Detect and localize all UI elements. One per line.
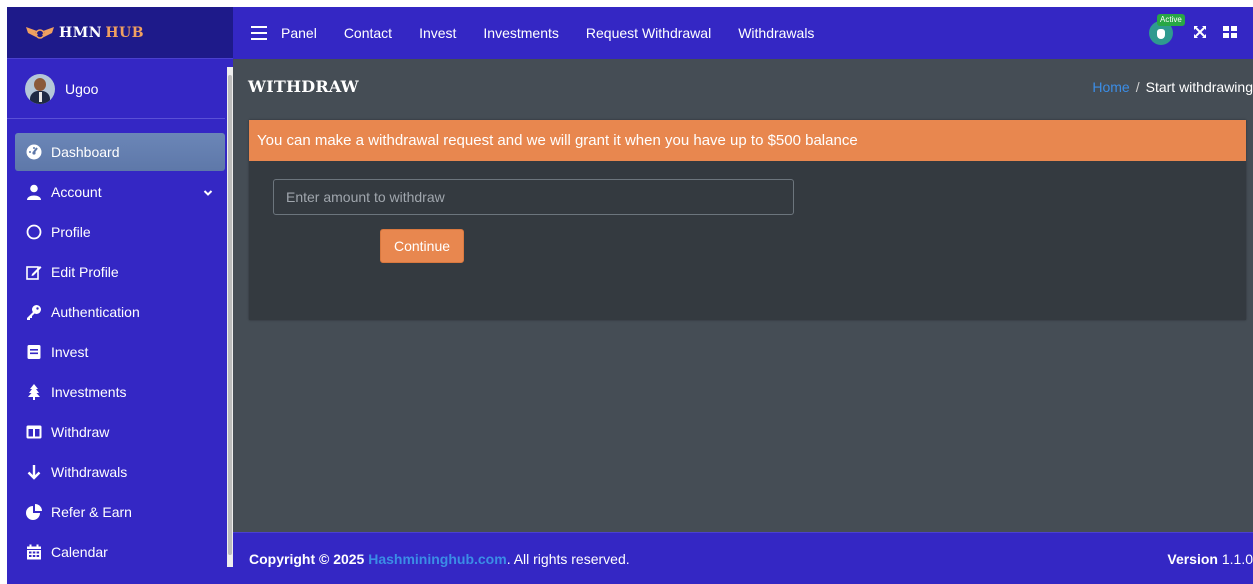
sidebar: HMN HUB Ugoo Dashboard Account Profile E… — [7, 7, 233, 584]
book-icon — [25, 343, 43, 361]
continue-button[interactable]: Continue — [380, 229, 464, 263]
footer-version: Version 1.1.0 — [1167, 551, 1253, 567]
fullscreen-icon[interactable] — [1193, 25, 1207, 42]
footer: Copyright © 2025 Hashmininghub.com. All … — [233, 532, 1253, 584]
amount-input[interactable] — [273, 179, 794, 215]
user-panel[interactable]: Ugoo — [7, 59, 225, 119]
edit-icon — [25, 263, 43, 281]
sidebar-item-label: Profile — [51, 224, 91, 240]
sidebar-item-label: Invest — [51, 344, 89, 360]
breadcrumb-separator: / — [1135, 79, 1140, 95]
page-title: WITHDRAW — [248, 77, 359, 96]
columns-icon — [25, 423, 43, 441]
tooth-icon — [1157, 29, 1165, 39]
sidebar-scrollbar[interactable] — [227, 67, 233, 567]
nav-link-invest[interactable]: Invest — [419, 25, 456, 41]
tree-icon — [25, 383, 43, 401]
sidebar-item-calendar[interactable]: Calendar — [15, 533, 225, 571]
sidebar-item-label: Withdrawals — [51, 464, 128, 480]
nav-link-investments[interactable]: Investments — [483, 25, 558, 41]
app-frame: HMN HUB Ugoo Dashboard Account Profile E… — [7, 7, 1253, 584]
chevron-down-icon — [203, 185, 213, 196]
sidebar-item-withdrawals[interactable]: Withdrawals — [15, 453, 225, 491]
grid-icon[interactable] — [1223, 25, 1237, 42]
sidebar-item-label: Refer & Earn — [51, 504, 132, 520]
sidebar-item-authentication[interactable]: Authentication — [15, 293, 225, 331]
breadcrumb: Home / Start withdrawing — [1092, 79, 1253, 95]
user-icon — [25, 183, 43, 201]
brand-name: HMN HUB — [59, 25, 144, 41]
nav-link-request-withdrawal[interactable]: Request Withdrawal — [586, 25, 711, 41]
breadcrumb-current: Start withdrawing — [1145, 79, 1253, 95]
pie-chart-icon — [25, 503, 43, 521]
sidebar-item-label: Authentication — [51, 304, 140, 320]
copyright-text: Copyright © 2025 — [249, 550, 369, 567]
avatar — [25, 73, 55, 104]
sidebar-item-label: Withdraw — [51, 424, 110, 440]
nav-link-contact[interactable]: Contact — [344, 25, 392, 41]
circle-icon — [25, 223, 43, 241]
sidebar-item-label: Calendar — [51, 544, 108, 560]
status-badge: Active — [1157, 14, 1185, 26]
menu-toggle-icon[interactable] — [251, 26, 267, 40]
sidebar-item-edit-profile[interactable]: Edit Profile — [15, 253, 225, 291]
sidebar-item-account[interactable]: Account — [15, 173, 225, 211]
wings-logo-icon — [25, 25, 55, 41]
content-header: WITHDRAW Home / Start withdrawing — [233, 59, 1253, 117]
arrow-down-icon — [25, 463, 43, 481]
brand-logo-link[interactable]: HMN HUB — [7, 7, 233, 59]
sidebar-item-dashboard[interactable]: Dashboard — [15, 133, 225, 171]
sidebar-item-refer-earn[interactable]: Refer & Earn — [15, 493, 225, 531]
sidebar-item-label: Investments — [51, 384, 127, 400]
sidebar-item-investments[interactable]: Investments — [15, 373, 225, 411]
footer-copyright: Copyright © 2025 Hashmininghub.com. All … — [249, 551, 630, 567]
calendar-icon — [25, 543, 43, 561]
version-number: 1.1.0 — [1221, 550, 1253, 567]
sidebar-item-profile[interactable]: Profile — [15, 213, 225, 251]
dashboard-icon — [25, 143, 43, 161]
breadcrumb-home-link[interactable]: Home — [1092, 79, 1129, 95]
alert-text: You can make a withdrawal request and we… — [257, 132, 858, 149]
sidebar-item-withdraw[interactable]: Withdraw — [15, 413, 225, 451]
sidebar-item-invest[interactable]: Invest — [15, 333, 225, 371]
sidebar-item-label: Dashboard — [51, 144, 120, 160]
sidebar-item-label: Edit Profile — [51, 264, 119, 280]
navbar-right: Active — [1149, 7, 1253, 59]
nav-link-panel[interactable]: Panel — [281, 25, 317, 41]
withdraw-info-alert: You can make a withdrawal request and we… — [249, 120, 1246, 161]
brand-name-part1: HMN — [59, 24, 103, 41]
sidebar-nav: Dashboard Account Profile Edit Profile A… — [7, 119, 233, 571]
top-navbar: Panel Contact Invest Investments Request… — [233, 7, 1253, 59]
withdraw-card: You can make a withdrawal request and we… — [249, 120, 1246, 320]
user-menu-avatar[interactable]: Active — [1149, 14, 1185, 45]
version-label: Version — [1167, 550, 1218, 567]
sidebar-item-label: Account — [51, 184, 102, 200]
sidebar-scrollbar-thumb[interactable] — [228, 75, 232, 555]
brand-name-part2: HUB — [105, 24, 145, 41]
footer-site-link[interactable]: Hashmininghub.com — [368, 551, 506, 567]
user-name: Ugoo — [65, 80, 99, 97]
key-icon — [25, 303, 43, 321]
rights-text: . All rights reserved. — [506, 550, 630, 567]
nav-link-withdrawals[interactable]: Withdrawals — [738, 25, 814, 41]
